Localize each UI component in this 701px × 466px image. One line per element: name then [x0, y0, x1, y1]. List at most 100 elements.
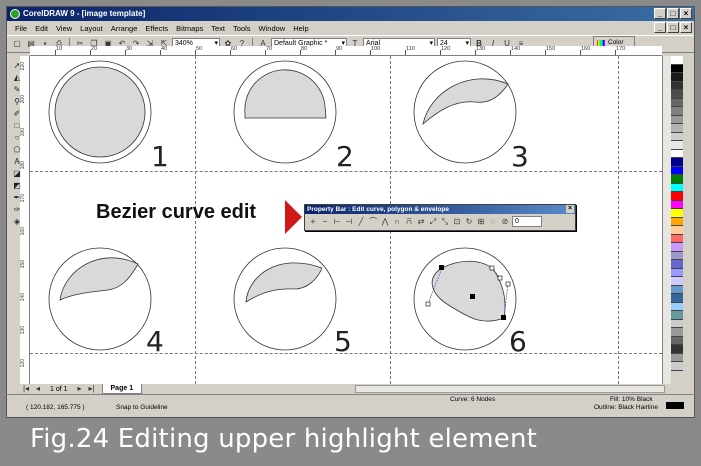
- step-5-circle-group[interactable]: [233, 247, 337, 351]
- palette-color-swatch[interactable]: [671, 353, 683, 362]
- palette-color-swatch[interactable]: [671, 158, 683, 167]
- elastic-mode-icon[interactable]: ◌: [488, 216, 498, 227]
- palette-color-swatch[interactable]: [671, 200, 683, 209]
- palette-color-swatch[interactable]: [671, 115, 683, 124]
- palette-color-swatch[interactable]: [671, 81, 683, 90]
- horizontal-scrollbar[interactable]: [355, 385, 665, 393]
- palette-color-swatch[interactable]: [671, 328, 683, 337]
- palette-color-swatch[interactable]: [671, 336, 683, 345]
- extend-curve-icon[interactable]: ⤢: [428, 216, 438, 227]
- extract-subpath-icon[interactable]: ⤡: [440, 216, 450, 227]
- palette-color-swatch[interactable]: [671, 345, 683, 354]
- palette-color-swatch[interactable]: [671, 107, 683, 116]
- palette-color-swatch[interactable]: [671, 166, 683, 175]
- palette-color-swatch[interactable]: [671, 319, 683, 328]
- polygon-tool-icon[interactable]: ⬠: [10, 144, 24, 155]
- palette-color-swatch[interactable]: [671, 73, 683, 82]
- menu-view[interactable]: View: [52, 24, 76, 33]
- stretch-scale-icon[interactable]: ⊡: [452, 216, 462, 227]
- add-node-icon[interactable]: +: [308, 216, 318, 227]
- palette-color-swatch[interactable]: [671, 132, 683, 141]
- palette-color-swatch[interactable]: [671, 302, 683, 311]
- palette-color-swatch[interactable]: [671, 141, 683, 150]
- palette-color-swatch[interactable]: [671, 277, 683, 286]
- knife-tool-icon[interactable]: ✎: [10, 84, 24, 95]
- menu-edit[interactable]: Edit: [31, 24, 52, 33]
- palette-color-swatch[interactable]: [671, 311, 683, 320]
- rectangle-tool-icon[interactable]: □: [10, 120, 24, 131]
- freehand-tool-icon[interactable]: ✐: [10, 108, 24, 119]
- bezier-handle[interactable]: [497, 275, 503, 281]
- menu-file[interactable]: File: [11, 24, 31, 33]
- step-3-circle-group[interactable]: [413, 60, 517, 164]
- palette-color-swatch[interactable]: [671, 294, 683, 303]
- interactive-fill-icon[interactable]: ◪: [10, 168, 24, 179]
- menu-bitmaps[interactable]: Bitmaps: [172, 24, 207, 33]
- palette-color-swatch[interactable]: [671, 362, 683, 371]
- property-bar-close-icon[interactable]: ×: [566, 205, 574, 213]
- curve-smoothness-spinner[interactable]: 0: [512, 216, 542, 227]
- palette-color-swatch[interactable]: [671, 192, 683, 201]
- palette-color-swatch[interactable]: [671, 56, 683, 65]
- palette-color-swatch[interactable]: [671, 268, 683, 277]
- menu-window[interactable]: Window: [255, 24, 290, 33]
- doc-minimize-button[interactable]: _: [654, 22, 666, 33]
- palette-color-swatch[interactable]: [671, 234, 683, 243]
- symmetrical-node-icon[interactable]: ⩃: [404, 216, 414, 227]
- align-nodes-icon[interactable]: ⊞: [476, 216, 486, 227]
- palette-color-swatch[interactable]: [671, 64, 683, 73]
- to-line-icon[interactable]: ╱: [356, 216, 366, 227]
- outline-tool-icon[interactable]: ✑: [10, 204, 24, 215]
- property-bar-title[interactable]: Property Bar : Edit curve, polygon & env…: [305, 205, 575, 214]
- step-1-circle-group[interactable]: [48, 60, 152, 164]
- text-tool-icon[interactable]: A: [10, 156, 24, 167]
- reverse-direction-icon[interactable]: ⇄: [416, 216, 426, 227]
- bezier-node[interactable]: [489, 265, 495, 271]
- page-tab[interactable]: Page 1: [101, 384, 143, 394]
- ellipse-tool-icon[interactable]: ○: [10, 132, 24, 143]
- horizontal-ruler[interactable]: 10 20 30 40 50 60 70 80 90 100 110 120 130 140 150 160 1…: [30, 46, 662, 56]
- step-4-circle-group[interactable]: [48, 247, 152, 351]
- palette-color-swatch[interactable]: [671, 217, 683, 226]
- bezier-handle[interactable]: [425, 301, 431, 307]
- palette-color-swatch[interactable]: [671, 90, 683, 99]
- eyedropper-icon[interactable]: ✒: [10, 192, 24, 203]
- close-button[interactable]: ×: [680, 8, 692, 19]
- palette-color-swatch[interactable]: [671, 98, 683, 107]
- smooth-node-icon[interactable]: ∩: [392, 216, 402, 227]
- new-file-icon[interactable]: ▢: [11, 38, 23, 50]
- menu-text[interactable]: Text: [207, 24, 229, 33]
- palette-color-swatch[interactable]: [671, 260, 683, 269]
- palette-color-swatch[interactable]: [671, 251, 683, 260]
- menu-help[interactable]: Help: [289, 24, 312, 33]
- shape-tool-icon[interactable]: ◭: [10, 72, 24, 83]
- palette-color-swatch[interactable]: [671, 209, 683, 218]
- break-curve-icon[interactable]: ⊣: [344, 216, 354, 227]
- zoom-tool-icon[interactable]: ⚲: [10, 96, 24, 107]
- fill-tool-icon[interactable]: ◈: [10, 216, 24, 227]
- bezier-handle[interactable]: [505, 281, 511, 287]
- palette-color-swatch[interactable]: [671, 124, 683, 133]
- step-2-circle-group[interactable]: [233, 60, 337, 164]
- auto-reduce-icon[interactable]: ⊘: [500, 216, 510, 227]
- palette-color-swatch[interactable]: [671, 175, 683, 184]
- join-nodes-icon[interactable]: ⊢: [332, 216, 342, 227]
- delete-node-icon[interactable]: −: [320, 216, 330, 227]
- step-6-circle-group[interactable]: [413, 247, 517, 351]
- bezier-node[interactable]: [470, 294, 475, 299]
- palette-color-swatch[interactable]: [671, 285, 683, 294]
- transparency-tool-icon[interactable]: ◩: [10, 180, 24, 191]
- palette-color-swatch[interactable]: [671, 243, 683, 252]
- menu-arrange[interactable]: Arrange: [107, 24, 142, 33]
- menu-tools[interactable]: Tools: [229, 24, 255, 33]
- doc-maximize-button[interactable]: □: [667, 22, 679, 33]
- doc-close-button[interactable]: ×: [680, 22, 692, 33]
- palette-color-swatch[interactable]: [671, 149, 683, 158]
- to-curve-icon[interactable]: ⌒: [368, 216, 378, 227]
- palette-color-swatch[interactable]: [671, 226, 683, 235]
- bezier-node[interactable]: [501, 315, 506, 320]
- step-1-highlight-shape[interactable]: [54, 66, 146, 158]
- menu-effects[interactable]: Effects: [141, 24, 172, 33]
- rotate-skew-icon[interactable]: ↻: [464, 216, 474, 227]
- maximize-button[interactable]: □: [667, 8, 679, 19]
